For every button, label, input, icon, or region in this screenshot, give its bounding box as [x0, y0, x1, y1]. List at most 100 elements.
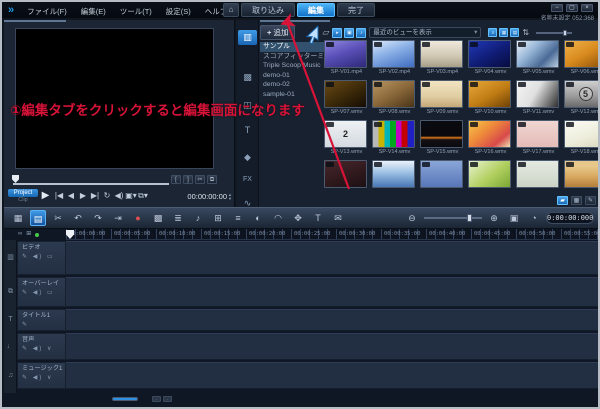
track-controls[interactable]: ✎ ◀) ∨: [22, 374, 65, 381]
menu-item-3[interactable]: 設定(S): [159, 7, 198, 16]
minimize-button[interactable]: −: [551, 4, 563, 12]
chain-icon[interactable]: ∞: [18, 230, 22, 239]
track-controls[interactable]: ✎ ◀) ∨: [22, 345, 65, 352]
envelope-button[interactable]: ✉: [330, 210, 346, 226]
title-track-lane[interactable]: [66, 309, 598, 331]
fit-project-button[interactable]: ▣: [506, 210, 522, 226]
home-button[interactable]: |◀: [53, 189, 65, 203]
scrubber-track[interactable]: [13, 183, 169, 185]
chroma-key-button[interactable]: ◐: [250, 210, 266, 226]
tab-完了[interactable]: 完了: [337, 3, 375, 17]
record-capture-button[interactable]: ●: [130, 210, 146, 226]
gallery-item[interactable]: demo-01: [260, 71, 324, 81]
media-thumbnail[interactable]: [372, 160, 415, 188]
menu-item-0[interactable]: ファイル(F): [20, 7, 74, 16]
end-button[interactable]: ▶|: [89, 189, 101, 203]
show-audio-button[interactable]: ♪: [356, 27, 367, 38]
timeline-scrollbar[interactable]: · ·: [66, 396, 594, 402]
zoom-out-button[interactable]: ⊖: [404, 210, 420, 226]
import-media-icon[interactable]: ▱: [322, 27, 329, 38]
maximize-button[interactable]: ▢: [566, 4, 578, 12]
scrollbar-thumb[interactable]: [112, 397, 138, 401]
nav-graphic-icon[interactable]: ◆: [238, 150, 257, 165]
overlay-track-lane[interactable]: [66, 277, 598, 307]
play-button[interactable]: ▶: [38, 189, 53, 203]
mark-out-button[interactable]: ]: [183, 175, 193, 184]
scroll-button-1[interactable]: ·: [163, 396, 172, 402]
media-thumbnail[interactable]: [324, 160, 367, 188]
music-track-lane[interactable]: [66, 362, 598, 389]
gallery-item[interactable]: demo-02: [260, 80, 324, 90]
sort-icon[interactable]: ⇅: [522, 28, 529, 37]
media-thumbnail[interactable]: [420, 160, 463, 188]
split-button[interactable]: ✂: [50, 210, 66, 226]
nav-media-icon[interactable]: ▥: [238, 30, 257, 45]
media-thumbnail[interactable]: [372, 120, 415, 148]
media-thumbnail[interactable]: [420, 120, 463, 148]
timeline-zoom-slider[interactable]: [424, 214, 482, 222]
nav-instant-project-icon[interactable]: ▩: [238, 70, 257, 85]
media-thumbnail[interactable]: 5: [564, 80, 598, 108]
import-folder-button[interactable]: ▰: [557, 196, 568, 205]
title-track-header[interactable]: タイトル1 ✎: [17, 309, 66, 331]
nav-filter-icon[interactable]: FX: [238, 172, 257, 187]
storyboard-view-button[interactable]: ▦: [10, 210, 26, 226]
grid-options-button[interactable]: ▦: [571, 196, 582, 205]
split-clip-button[interactable]: ✂: [195, 175, 205, 184]
timeline-ruler[interactable]: 00:00:00:00 00:00:05:00 00:00:10:00 00:00:1…: [66, 229, 598, 240]
undo-button[interactable]: ↶: [70, 210, 86, 226]
close-button[interactable]: ×: [581, 4, 593, 12]
media-thumbnail[interactable]: [564, 40, 598, 68]
thumbnail-size-slider[interactable]: [536, 29, 573, 36]
mode-toggle[interactable]: Project Clip: [8, 188, 38, 204]
project-mode-label[interactable]: Project: [8, 188, 38, 197]
zoom-in-button[interactable]: ⊕: [486, 210, 502, 226]
timeline-timecode[interactable]: 0:00:00:000: [546, 212, 594, 224]
media-thumbnail[interactable]: [468, 40, 511, 68]
ripple-edit-button[interactable]: ⇥: [110, 210, 126, 226]
previous-frame-button[interactable]: ◀: [65, 189, 77, 203]
media-thumbnail[interactable]: [420, 40, 463, 68]
mark-in-button[interactable]: [: [171, 175, 181, 184]
track-manager-button[interactable]: ≡: [230, 210, 246, 226]
show-photos-button[interactable]: ▣: [344, 27, 355, 38]
media-thumbnail[interactable]: [516, 160, 559, 188]
home-button[interactable]: ⌂: [223, 3, 239, 17]
media-thumbnail[interactable]: [468, 120, 511, 148]
snapshot-button[interactable]: ▣▾: [125, 189, 137, 203]
media-thumbnail[interactable]: [324, 40, 367, 68]
title-options-button[interactable]: T: [310, 210, 326, 226]
library-filter-dropdown[interactable]: 最近のビューを表示 ▾: [369, 27, 482, 38]
repeat-button[interactable]: ↻: [101, 189, 113, 203]
overlay-track-header[interactable]: オーバーレイ ✎ ◀) ▭: [17, 277, 66, 307]
instant-project-button[interactable]: ▩: [150, 210, 166, 226]
media-thumbnail[interactable]: [516, 40, 559, 68]
voice-track-lane[interactable]: [66, 333, 598, 360]
menu-item-2[interactable]: ツール(T): [113, 7, 159, 16]
auto-music-button[interactable]: ♪: [190, 210, 206, 226]
track-controls[interactable]: ✎ ◀) ▭: [22, 253, 65, 260]
gallery-item[interactable]: スコアフィッターミュー…: [260, 52, 324, 62]
system-volume-button[interactable]: ◀): [113, 189, 125, 203]
voice-track-header[interactable]: 音声 ✎ ◀) ∨: [17, 333, 66, 360]
media-thumbnail[interactable]: [516, 80, 559, 108]
media-thumbnail[interactable]: [468, 80, 511, 108]
media-thumbnail[interactable]: [468, 160, 511, 188]
timecode-spinner[interactable]: ▲ ▼: [228, 192, 232, 201]
speech-bubble-button[interactable]: ◠: [270, 210, 286, 226]
preview-timecode[interactable]: 00:00:00:00▲ ▼: [187, 192, 232, 201]
media-thumbnail[interactable]: [324, 80, 367, 108]
media-thumbnail[interactable]: [564, 120, 598, 148]
enlarge-preview-button[interactable]: ⧉▾: [137, 189, 149, 203]
show-videos-button[interactable]: ▸: [332, 27, 343, 38]
media-thumbnail[interactable]: [564, 160, 598, 188]
timeline-view-button[interactable]: ▤: [30, 210, 46, 226]
nav-title-icon[interactable]: T: [238, 123, 257, 138]
media-thumbnail[interactable]: 2: [324, 120, 367, 148]
next-frame-button[interactable]: ▶: [77, 189, 89, 203]
gallery-item[interactable]: Triple Scoop Music: [260, 61, 324, 71]
scroll-button-0[interactable]: ·: [152, 396, 161, 402]
edit-library-button[interactable]: ✎: [585, 196, 596, 205]
tab-編集[interactable]: 編集: [297, 3, 335, 17]
timeline-settings-icon[interactable]: ⊞: [26, 230, 31, 239]
